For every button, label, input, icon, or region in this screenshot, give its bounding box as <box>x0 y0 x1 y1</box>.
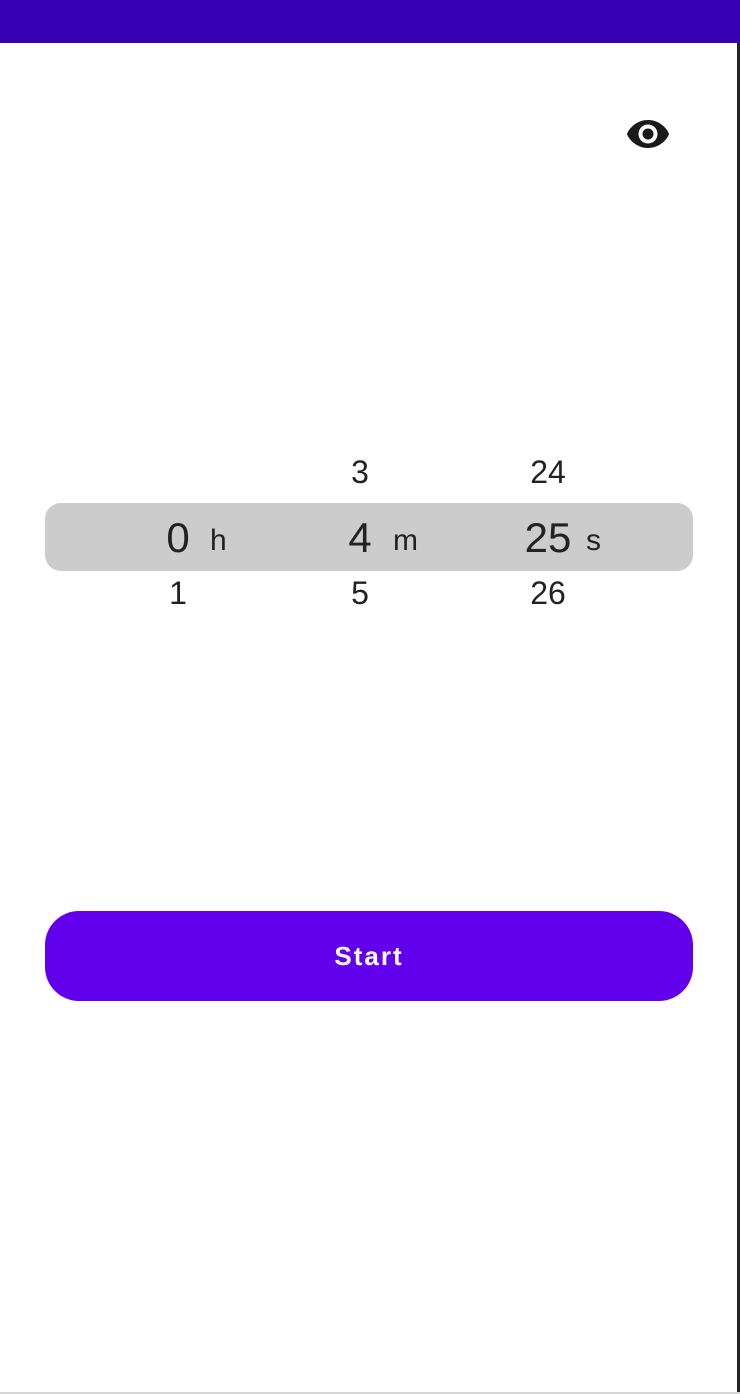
seconds-below-value[interactable]: 26 <box>530 577 566 609</box>
status-bar <box>0 0 740 43</box>
minutes-below-value[interactable]: 5 <box>351 577 369 609</box>
hours-unit-label: h <box>210 524 227 557</box>
seconds-unit-label: s <box>586 524 601 557</box>
minutes-selected-value[interactable]: 4 <box>348 517 371 559</box>
eye-icon <box>627 120 669 148</box>
minutes-unit-label: m <box>393 524 418 557</box>
hours-selected-value[interactable]: 0 <box>166 517 189 559</box>
hours-below-value[interactable]: 1 <box>169 577 187 609</box>
visibility-toggle-button[interactable] <box>620 110 676 158</box>
start-button[interactable]: Start <box>45 911 693 1001</box>
start-button-label: Start <box>334 940 404 971</box>
seconds-selected-value[interactable]: 25 <box>525 517 572 559</box>
minutes-above-value[interactable]: 3 <box>351 456 369 488</box>
seconds-above-value[interactable]: 24 <box>530 456 566 488</box>
